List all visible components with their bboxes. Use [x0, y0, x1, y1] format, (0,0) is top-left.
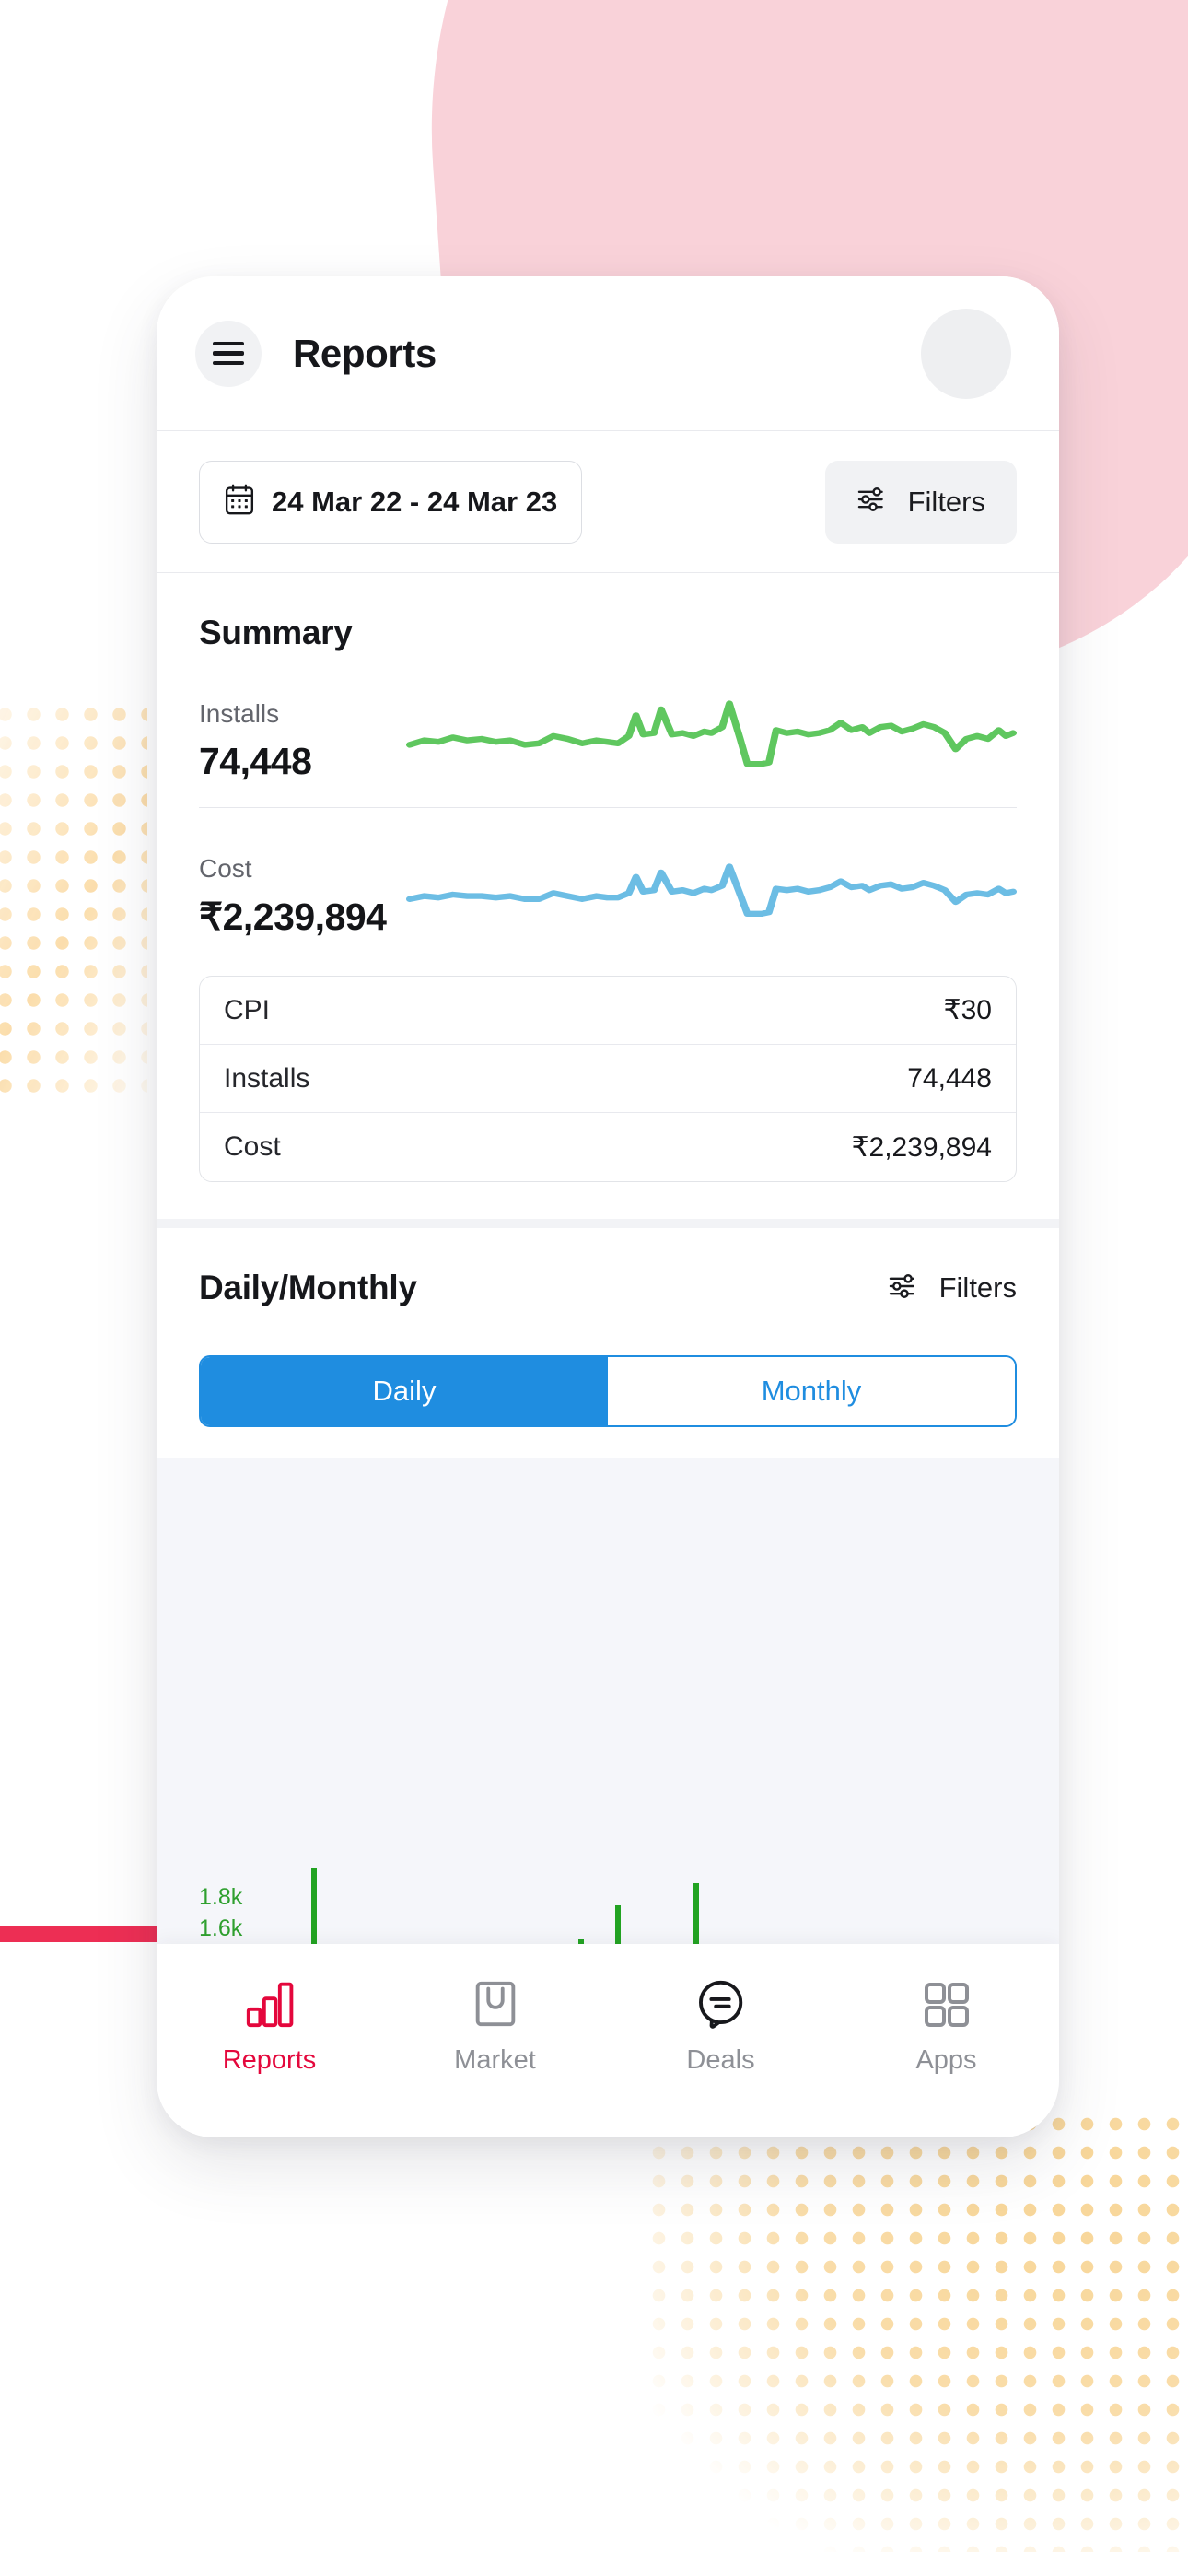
- stat-key: Installs: [224, 1062, 310, 1094]
- date-range-picker[interactable]: 24 Mar 22 - 24 Mar 23: [199, 460, 583, 544]
- phone-mockup: Reports 24 Mar 22 - 24 Mar 23 Filters Su…: [157, 276, 1059, 2137]
- stat-key: Cost: [224, 1131, 281, 1162]
- daily-monthly-section: Daily/Monthly Filters Daily Monthly: [157, 1228, 1059, 1427]
- nav-label: Deals: [686, 2045, 755, 2075]
- metric-text: Installs 74,448: [199, 699, 406, 783]
- chart-bars: [311, 1833, 1041, 1944]
- grid-icon: [921, 1972, 973, 2031]
- filters-label: Filters: [907, 485, 985, 518]
- chart-bar: [311, 1868, 317, 1944]
- filters-button[interactable]: Filters: [824, 460, 1017, 544]
- chart-bar: [615, 1905, 621, 1944]
- app-bar: Reports: [157, 276, 1059, 431]
- y-tick-1: 1.8k: [199, 1884, 243, 1910]
- nav-label: Market: [454, 2045, 536, 2075]
- stat-value: ₹30: [943, 995, 992, 1025]
- daily-monthly-title: Daily/Monthly: [199, 1269, 417, 1306]
- nav-item-apps[interactable]: Apps: [833, 1972, 1059, 2076]
- metric-value: ₹2,239,894: [199, 896, 387, 938]
- nav-label: Apps: [915, 2045, 977, 2075]
- stat-value: 74,448: [907, 1062, 992, 1094]
- date-range-label: 24 Mar 22 - 24 Mar 23: [272, 485, 558, 518]
- table-row: CPI ₹30: [200, 977, 1016, 1045]
- nav-label: Reports: [222, 2045, 317, 2075]
- y-tick-2: 1.6k: [199, 1915, 243, 1941]
- metric-text: Cost ₹2,239,894: [199, 854, 406, 939]
- nav-item-deals[interactable]: Deals: [608, 1972, 833, 2076]
- chat-bubble-icon: [694, 1972, 748, 2031]
- installs-sparkline: [406, 695, 1017, 783]
- summary-title: Summary: [199, 614, 353, 651]
- metric-installs: Installs 74,448: [199, 652, 1017, 807]
- daily-monthly-header: Daily/Monthly Filters: [199, 1269, 1017, 1307]
- hamburger-bars: [213, 336, 244, 371]
- metric-value: 74,448: [199, 740, 312, 782]
- cost-sparkline: [406, 850, 1017, 939]
- metric-cost: Cost ₹2,239,894: [199, 807, 1017, 963]
- red-accent-bar: [0, 1926, 162, 1942]
- page-title: Reports: [293, 331, 437, 375]
- tab-daily[interactable]: Daily: [201, 1357, 608, 1425]
- summary-stats-table: CPI ₹30 Installs 74,448 Cost ₹2,239,894: [199, 976, 1017, 1182]
- chart-y-axis: 1.8k 1.6k: [199, 1881, 242, 1944]
- nav-item-market[interactable]: Market: [382, 1972, 608, 2076]
- shopping-bag-icon: [470, 1972, 521, 2031]
- calendar-icon: [224, 483, 255, 521]
- metric-label: Installs: [199, 699, 280, 728]
- screen-root: Reports 24 Mar 22 - 24 Mar 23 Filters Su…: [0, 0, 1188, 2576]
- table-row: Installs 74,448: [200, 1045, 1016, 1113]
- chart-bar: [693, 1883, 699, 1944]
- daily-monthly-chart[interactable]: 1.8k 1.6k: [157, 1458, 1059, 1944]
- left-dot-pattern: [0, 700, 147, 1096]
- stat-key: CPI: [224, 994, 271, 1025]
- table-row: Cost ₹2,239,894: [200, 1113, 1016, 1181]
- bar-chart-icon: [243, 1972, 297, 2031]
- metric-label: Cost: [199, 854, 252, 883]
- sliders-icon: [856, 486, 890, 518]
- stat-value: ₹2,239,894: [851, 1131, 992, 1163]
- daily-monthly-filters-button[interactable]: Filters: [888, 1271, 1017, 1305]
- hamburger-menu-icon[interactable]: [195, 320, 262, 387]
- summary-section: Summary Installs 74,448 Cost ₹2,239,894: [157, 573, 1059, 1228]
- avatar[interactable]: [921, 308, 1011, 399]
- filter-bar: 24 Mar 22 - 24 Mar 23 Filters: [157, 431, 1059, 573]
- filters-label: Filters: [938, 1271, 1017, 1304]
- right-dot-pattern: [645, 2110, 1188, 2552]
- sliders-icon: [888, 1272, 921, 1305]
- nav-item-reports[interactable]: Reports: [157, 1972, 382, 2076]
- tab-monthly[interactable]: Monthly: [608, 1357, 1015, 1425]
- daily-monthly-toggle: Daily Monthly: [199, 1355, 1017, 1427]
- bottom-navigation: Reports Market Deals Apps: [157, 1944, 1059, 2137]
